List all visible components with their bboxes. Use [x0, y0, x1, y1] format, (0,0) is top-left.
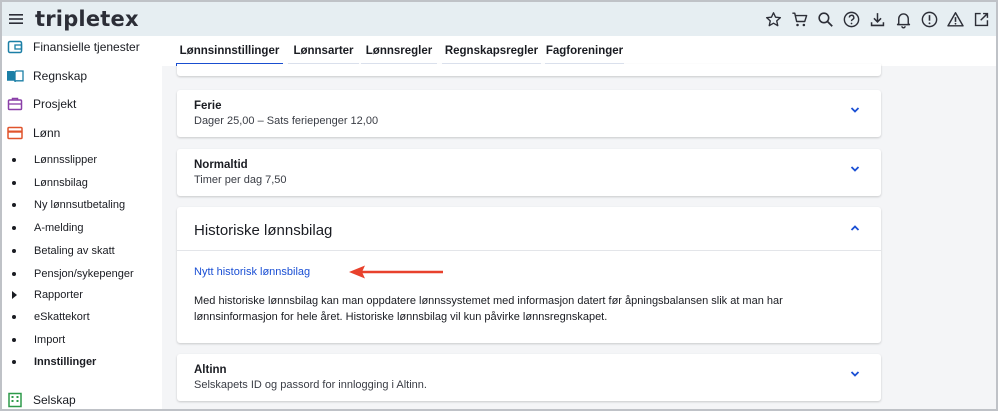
chevron-down-icon[interactable]: [849, 368, 861, 380]
card-altinn[interactable]: Altinn Selskapets ID og passord for innl…: [177, 354, 881, 401]
book-icon: [5, 67, 25, 85]
divider: [177, 250, 881, 251]
bullet: [12, 203, 16, 207]
briefcase-icon: [5, 95, 25, 113]
sidebar-item-label: Lønn: [33, 126, 61, 140]
search-icon[interactable]: [812, 7, 838, 31]
star-icon[interactable]: [760, 7, 786, 31]
card-ferie[interactable]: Ferie Dager 25,00 – Sats feriepenger 12,…: [177, 90, 881, 137]
sidebar-subitem-lonnsslipper[interactable]: Lønnsslipper: [2, 150, 162, 170]
sidebar-subitem-eskattekort[interactable]: eSkattekort: [2, 307, 162, 327]
wallet-icon: [5, 38, 25, 56]
sidebar-item-prosjekt[interactable]: Prosjekt: [2, 93, 162, 115]
sidebar-item-lonn[interactable]: Lønn: [2, 122, 162, 144]
tab-label: Lønnsarter: [293, 45, 354, 57]
chevron-up-icon[interactable]: [849, 222, 861, 234]
app-window: tripletex Finansielle tjenester Regnskap…: [0, 0, 998, 411]
tab-label: Regnskapsregler: [444, 45, 539, 57]
bullet: [12, 272, 16, 276]
sidebar-item-label: Selskap: [33, 393, 76, 407]
chevron-down-icon[interactable]: [849, 104, 861, 116]
tab-bar: Lønnsinnstillinger Lønnsarter Lønnsregle…: [162, 36, 996, 66]
card-historiske-lonnsbilag: Historiske lønnsbilag Nytt historisk løn…: [177, 207, 881, 343]
bullet: [12, 315, 16, 319]
sidebar-subitem-a-melding[interactable]: A-melding: [2, 218, 162, 238]
toolbar-icons: [760, 7, 994, 31]
warning-icon[interactable]: [942, 7, 968, 31]
card-normaltid[interactable]: Normaltid Timer per dag 7,50: [177, 149, 881, 196]
sidebar-item-label: Regnskap: [33, 69, 88, 83]
sidebar-subitem-lonnsbilag[interactable]: Lønnsbilag: [2, 173, 162, 193]
menu-icon[interactable]: [5, 8, 27, 30]
tab-regnskapsregler[interactable]: Regnskapsregler: [442, 36, 541, 66]
card-title: Altinn: [194, 364, 227, 376]
sidebar-subitem-rapporter[interactable]: Rapporter: [2, 285, 162, 305]
card-subtitle: Dager 25,00 – Sats feriepenger 12,00: [194, 115, 379, 127]
bullet: [12, 158, 16, 162]
sidebar-subitem-label: Lønnsbilag: [34, 177, 88, 189]
sidebar-subitem-label: Import: [34, 334, 66, 346]
sidebar: Finansielle tjenester Regnskap Prosjekt …: [2, 36, 162, 409]
card-title: Historiske lønnsbilag: [194, 222, 333, 239]
tripletex-logo[interactable]: tripletex: [35, 7, 139, 31]
bell-icon[interactable]: [890, 7, 916, 31]
sidebar-item-finansielle-tjenester[interactable]: Finansielle tjenester: [2, 36, 162, 58]
top-bar: tripletex: [2, 2, 996, 36]
sidebar-subitem-label: Betaling av skatt: [34, 245, 115, 257]
sidebar-subitem-label: Innstillinger: [34, 356, 97, 368]
tab-lonnsinnstillinger[interactable]: Lønnsinnstillinger: [176, 36, 283, 66]
cart-icon[interactable]: [786, 7, 812, 31]
sidebar-subitem-innstillinger[interactable]: Innstillinger: [2, 352, 162, 372]
card-subtitle: Timer per dag 7,50: [194, 174, 287, 186]
tab-fagforeninger[interactable]: Fagforeninger: [545, 36, 624, 66]
sidebar-subitem-pensjon-sykepenger[interactable]: Pensjon/sykepenger: [2, 264, 162, 284]
alert-circle-icon[interactable]: [916, 7, 942, 31]
card-title: Ferie: [194, 100, 222, 112]
sidebar-subitem-import[interactable]: Import: [2, 330, 162, 350]
tab-lonnsarter[interactable]: Lønnsarter: [288, 36, 359, 66]
tab-label: Lønnsinnstillinger: [179, 45, 280, 57]
main-content: Lønnsinnstillinger Lønnsarter Lønnsregle…: [162, 36, 996, 409]
tab-lonnsregler[interactable]: Lønnsregler: [361, 36, 437, 66]
bullet: [12, 226, 16, 230]
chevron-down-icon[interactable]: [849, 163, 861, 175]
sidebar-subitem-ny-lonnsutbetaling[interactable]: Ny lønnsutbetaling: [2, 195, 162, 215]
bullet: [12, 249, 16, 253]
sidebar-subitem-label: A-melding: [34, 222, 84, 234]
sidebar-item-label: Prosjekt: [33, 97, 77, 111]
sidebar-subitem-label: Rapporter: [34, 289, 83, 301]
external-link-icon[interactable]: [968, 7, 994, 31]
tab-label: Fagforeninger: [545, 45, 624, 57]
card-title: Normaltid: [194, 159, 248, 171]
card-scrolled: [177, 64, 881, 76]
sidebar-subitem-label: Pensjon/sykepenger: [34, 268, 134, 280]
sidebar-item-selskap[interactable]: Selskap: [2, 389, 162, 409]
sidebar-item-label: Finansielle tjenester: [33, 40, 140, 54]
help-icon[interactable]: [838, 7, 864, 31]
bullet: [12, 338, 16, 342]
sidebar-subitem-label: Lønnsslipper: [34, 154, 97, 166]
building-icon: [5, 391, 25, 409]
card-subtitle: Selskapets ID og passord for innlogging …: [194, 379, 427, 391]
sidebar-subitem-label: Ny lønnsutbetaling: [34, 199, 126, 211]
sidebar-item-regnskap[interactable]: Regnskap: [2, 65, 162, 87]
sidebar-subitem-betaling-av-skatt[interactable]: Betaling av skatt: [2, 241, 162, 261]
bullet: [12, 181, 16, 185]
tab-label: Lønnsregler: [365, 45, 433, 57]
download-icon[interactable]: [864, 7, 890, 31]
bullet: [12, 360, 16, 364]
sidebar-subitem-label: eSkattekort: [34, 311, 90, 323]
new-historical-payslip-link[interactable]: Nytt historisk lønnsbilag: [194, 266, 310, 278]
card-description: Med historiske lønnsbilag kan man oppdat…: [194, 295, 783, 323]
expand-arrow-icon[interactable]: [12, 291, 17, 299]
annotation-arrow-icon: [349, 265, 443, 279]
payroll-icon: [5, 124, 25, 142]
